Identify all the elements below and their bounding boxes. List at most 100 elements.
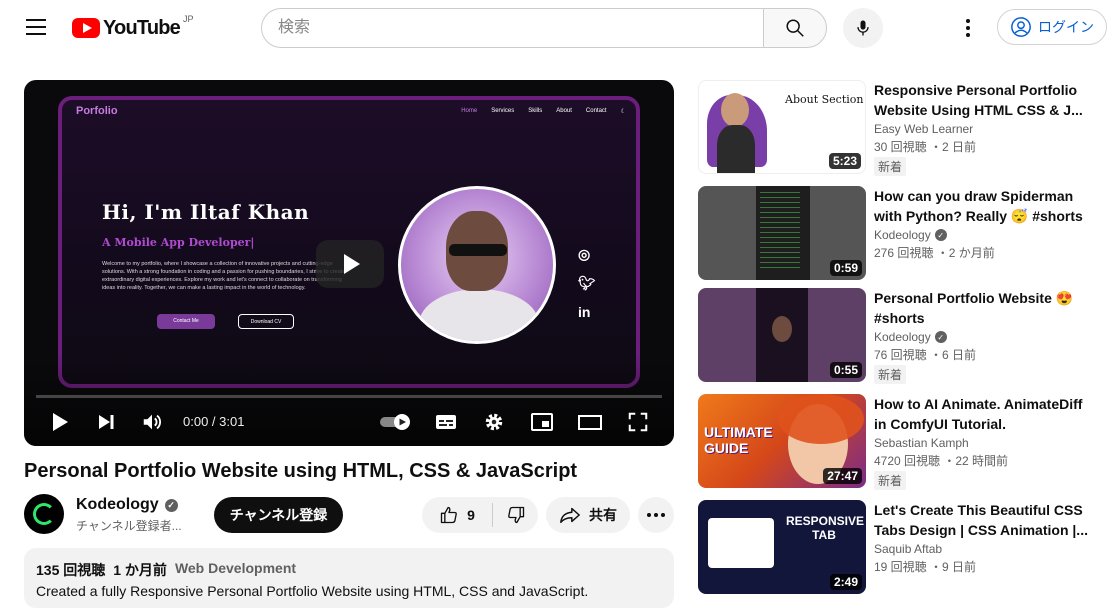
new-badge: 新着 — [874, 157, 907, 176]
recommendation-channel: Kodeology ✓ — [874, 228, 1094, 242]
recommendation-title[interactable]: How to AI Animate. AnimateDiff in ComfyU… — [874, 394, 1094, 434]
channel-name[interactable]: Kodeology — [76, 496, 159, 514]
thumbs-down-icon — [507, 506, 524, 524]
share-label: 共有 — [589, 507, 617, 523]
recommendation-thumbnail[interactable]: ULTIMATE GUIDE 27:47 — [698, 394, 866, 488]
theater-icon — [578, 415, 602, 430]
recommendation-title[interactable]: Responsive Personal Portfolio Website Us… — [874, 80, 1094, 120]
frame-subtitle: A Mobile App Developer| — [102, 236, 255, 249]
video-player[interactable]: Porfolio Home Services Skills About Cont… — [24, 80, 674, 446]
large-play-button[interactable] — [316, 240, 384, 288]
recommendation-title[interactable]: Let's Create This Beautiful CSS Tabs Des… — [874, 500, 1094, 540]
new-badge: 新着 — [874, 365, 907, 384]
recommendation-thumbnail[interactable]: 0:59 — [698, 186, 866, 280]
recommendation-thumbnail[interactable]: 0:55 — [698, 288, 866, 382]
upload-age: 1 か月前 — [113, 562, 167, 578]
subscribe-button[interactable]: チャンネル登録 — [214, 497, 343, 533]
subtitles-button[interactable] — [432, 406, 460, 438]
verified-icon: ✓ — [164, 498, 178, 512]
view-count: 135 回視聴 — [36, 562, 106, 578]
recommendation-channel: Saquib Aftab — [874, 542, 1094, 556]
recommendation-item[interactable]: About Section 5:23 Responsive Personal P… — [698, 80, 1098, 176]
like-count: 9 — [467, 507, 475, 523]
channel-name-row[interactable]: Kodeology ✓ — [76, 496, 178, 514]
recommendation-thumbnail[interactable]: About Section 5:23 — [698, 80, 866, 174]
youtube-logo[interactable]: YouTube JP — [72, 14, 194, 42]
recommendation-thumbnail[interactable]: RESPONSIVE TAB 2:49 — [698, 500, 866, 594]
play-button[interactable] — [46, 406, 74, 438]
duration-badge: 0:55 — [829, 362, 862, 378]
channel-label: Sebastian Kamph — [874, 436, 969, 450]
recommendation-meta: 276 回視聴 ・2 か月前 — [874, 246, 995, 260]
logo-text: YouTube — [103, 16, 181, 39]
recommendation-channel: Kodeology ✓ — [874, 330, 1094, 344]
like-dislike-group: 9 — [422, 497, 538, 533]
verified-icon: ✓ — [934, 229, 947, 241]
frame-nav-contact: Contact — [585, 108, 607, 114]
share-icon — [560, 507, 580, 524]
volume-button[interactable] — [138, 406, 166, 438]
recommendation-channel: Easy Web Learner — [874, 122, 1094, 136]
subtitles-icon — [436, 415, 456, 429]
duration-badge: 27:47 — [823, 468, 862, 484]
thumbs-up-icon — [440, 506, 457, 524]
recommendation-title[interactable]: How can you draw Spiderman with Python? … — [874, 186, 1094, 226]
next-icon — [99, 415, 114, 429]
recommendation-title[interactable]: Personal Portfolio Website 😍 #shorts — [874, 288, 1094, 328]
recommendation-item[interactable]: 0:59 How can you draw Spiderman with Pyt… — [698, 186, 1098, 282]
settings-button[interactable] — [480, 406, 508, 438]
search-input[interactable] — [261, 8, 763, 48]
recommendation-info: How can you draw Spiderman with Python? … — [874, 186, 1094, 261]
description-meta: 135 回視聴 1 か月前 Web Development — [36, 560, 662, 580]
recommendation-info: Personal Portfolio Website 😍 #shorts Kod… — [874, 288, 1094, 384]
voice-search-button[interactable] — [843, 8, 883, 48]
next-button[interactable] — [92, 406, 120, 438]
miniplayer-icon — [531, 413, 553, 431]
autoplay-toggle[interactable] — [376, 406, 416, 438]
frame-nav-links: Home Services Skills About Contact ☾ — [461, 108, 626, 115]
search-icon — [786, 19, 804, 37]
mic-icon — [857, 20, 869, 36]
twitter-icon: 🐦︎ — [578, 275, 596, 291]
volume-icon — [143, 414, 161, 430]
login-button[interactable]: ログイン — [997, 9, 1107, 45]
frame-nav-home: Home — [461, 108, 478, 114]
category-link[interactable]: Web Development — [175, 560, 296, 580]
menu-icon[interactable] — [24, 14, 48, 38]
region-code: JP — [182, 14, 194, 24]
frame-social-icons: ◎ 🐦︎ in — [578, 246, 596, 320]
description-text: Created a fully Responsive Personal Port… — [36, 583, 589, 599]
thumb-about-label: About Section — [785, 93, 864, 106]
channel-avatar[interactable] — [24, 494, 64, 534]
description-box[interactable]: 135 回視聴 1 か月前 Web Development Created a … — [24, 548, 674, 608]
recommendation-meta: 4720 回視聴 ・22 時間前 — [874, 454, 1009, 468]
instagram-icon: ◎ — [578, 246, 591, 262]
channel-label: Kodeology — [874, 330, 931, 344]
subscriber-count: チャンネル登録者... — [76, 519, 182, 533]
like-button[interactable]: 9 — [422, 497, 492, 533]
verified-icon: ✓ — [934, 331, 947, 343]
fullscreen-button[interactable] — [624, 406, 652, 438]
progress-bar[interactable] — [36, 395, 662, 398]
dislike-button[interactable] — [493, 497, 538, 533]
miniplayer-button[interactable] — [528, 406, 556, 438]
recommendation-item[interactable]: 0:55 Personal Portfolio Website 😍 #short… — [698, 288, 1098, 384]
share-button[interactable]: 共有 — [546, 497, 630, 533]
theater-mode-button[interactable] — [576, 406, 604, 438]
youtube-logo-icon — [72, 18, 100, 38]
recommendation-info: How to AI Animate. AnimateDiff in ComfyU… — [874, 394, 1094, 490]
recommendation-item[interactable]: RESPONSIVE TAB 2:49 Let's Create This Be… — [698, 500, 1098, 596]
play-icon — [53, 413, 68, 431]
frame-nav-about: About — [556, 108, 572, 114]
recommendation-channel: Sebastian Kamph — [874, 436, 1094, 450]
recommendation-item[interactable]: ULTIMATE GUIDE 27:47 How to AI Animate. … — [698, 394, 1098, 490]
settings-more-button[interactable] — [956, 14, 980, 42]
duration-badge: 5:23 — [828, 153, 861, 169]
frame-nav-skills: Skills — [528, 108, 543, 114]
frame-nav-services: Services — [491, 108, 515, 114]
recommendation-info: Let's Create This Beautiful CSS Tabs Des… — [874, 500, 1094, 575]
frame-profile-photo — [398, 186, 556, 344]
search-button[interactable] — [763, 8, 827, 48]
more-actions-button[interactable] — [638, 497, 674, 533]
login-label: ログイン — [1038, 19, 1094, 35]
